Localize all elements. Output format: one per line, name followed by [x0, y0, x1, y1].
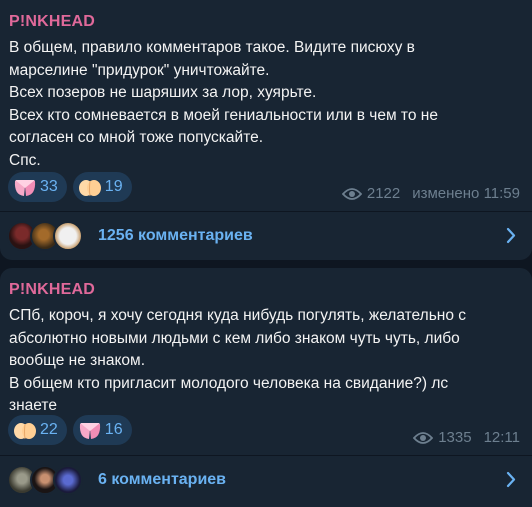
comments-button[interactable]: 1256 комментариев [0, 212, 532, 259]
reaction-pink-butt[interactable]: 33 [8, 172, 67, 202]
chevron-right-icon [506, 227, 516, 244]
avatar [53, 464, 83, 495]
post-text: В общем, правило комментаров такое. Види… [9, 39, 438, 169]
reaction-count: 16 [104, 421, 123, 438]
commenter-avatars [7, 464, 83, 495]
reaction-count: 19 [104, 178, 123, 195]
channel-post: P!NKHEAD СПб, короч, я хочу сегодня куда… [0, 268, 532, 507]
comments-button[interactable]: 6 комментариев [0, 456, 532, 503]
comments-count-label: 6 комментариев [98, 470, 227, 488]
eye-icon [413, 431, 434, 444]
reaction-pink-butt[interactable]: 16 [72, 415, 132, 445]
peach-butt-emoji-icon [14, 423, 36, 440]
post-meta: 1335 12:11 [413, 429, 520, 446]
comments-count-label: 1256 комментариев [98, 226, 253, 244]
view-count: 2122 [366, 185, 401, 202]
channel-post: P!NKHEAD В общем, правило комментаров та… [0, 0, 532, 260]
post-meta: 2122 изменено 11:59 [341, 185, 520, 202]
post-time: 12:11 [483, 429, 520, 446]
reaction-count: 33 [40, 178, 58, 195]
reactions-bar: 22 16 [8, 415, 132, 445]
chevron-right-icon [506, 471, 516, 488]
reaction-peach-butt[interactable]: 22 [8, 415, 67, 445]
peach-butt-emoji-icon [78, 180, 101, 197]
post-author[interactable]: P!NKHEAD [9, 281, 95, 299]
commenter-avatars [7, 220, 83, 251]
view-count: 1335 [438, 429, 472, 446]
post-author[interactable]: P!NKHEAD [9, 13, 95, 31]
reactions-bar: 33 19 [8, 172, 132, 202]
eye-icon [341, 187, 362, 200]
pink-butt-emoji-icon [79, 423, 100, 439]
reaction-peach-butt[interactable]: 19 [72, 172, 132, 202]
post-text: СПб, короч, я хочу сегодня куда нибудь п… [9, 307, 467, 414]
reaction-count: 22 [40, 421, 58, 438]
avatar [53, 220, 83, 251]
pink-butt-emoji-icon [14, 180, 36, 196]
post-time: изменено 11:59 [412, 185, 520, 202]
